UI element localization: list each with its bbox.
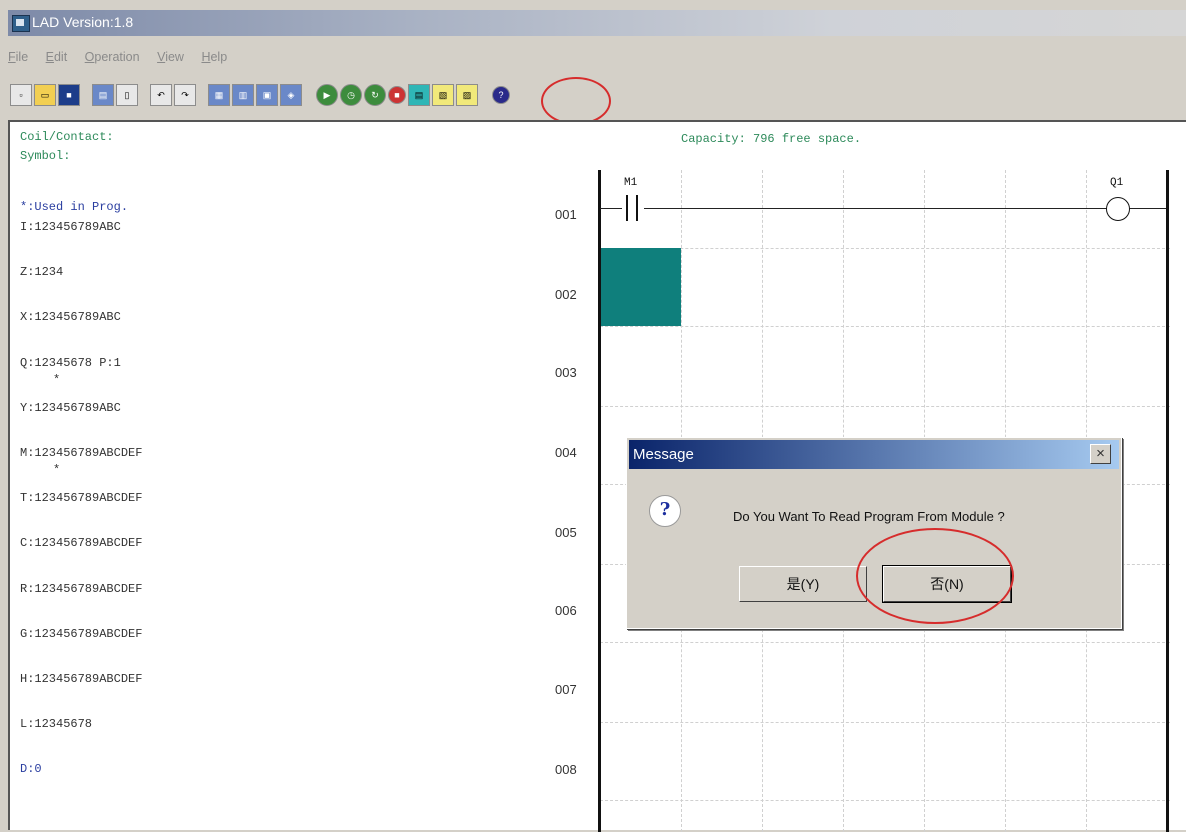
rung-wire [600,208,1166,209]
read-module-icon[interactable]: ▧ [432,84,454,106]
help-icon[interactable]: ? [492,86,510,104]
rung-number: 005 [555,525,577,540]
app-icon [12,15,30,32]
dialog-title-bar: Message × [629,440,1119,469]
symbol-row-c: C:123456789ABCDEF [20,536,143,550]
monitor-icon[interactable]: ◷ [340,84,362,106]
rung-number: 006 [555,603,577,618]
print-preview-icon[interactable]: ▯ [116,84,138,106]
open-icon[interactable]: ▭ [34,84,56,106]
capacity-status: Capacity: 796 free space. [681,132,862,146]
symbol-row-h: H:123456789ABCDEF [20,672,143,686]
symbol-row-x: X:123456789ABC [20,310,121,324]
rung-number: 007 [555,682,577,697]
symbol-row-m: M:123456789ABCDEF [20,446,143,460]
tool-3-icon[interactable]: ▣ [256,84,278,106]
symbol-row-r: R:123456789ABCDEF [20,582,143,596]
title-bar: LAD Version:1.8 [8,10,1186,36]
print-icon[interactable]: ▤ [92,84,114,106]
redo-icon[interactable]: ↷ [174,84,196,106]
window-title: LAD Version:1.8 [32,14,134,30]
used-legend: *:Used in Prog. [20,200,129,214]
symbol-row-i: I:123456789ABC [20,220,121,234]
stop-run-icon[interactable]: ↻ [364,84,386,106]
cursor-cell[interactable] [600,248,681,326]
menu-operation[interactable]: Operation [85,50,140,64]
contact-label: M1 [624,177,638,189]
dialog-title: Message [633,446,694,463]
menu-help[interactable]: Help [201,50,227,64]
tool-4-icon[interactable]: ◈ [280,84,302,106]
symbol-row-l: L:12345678 [20,717,93,731]
coil-label: Q1 [1110,177,1124,189]
coil-symbol[interactable] [1106,197,1130,221]
rung-number: 001 [555,207,577,222]
highlight-ring-toolbar [541,77,611,125]
symbol-row-z: Z:1234 [20,265,64,279]
question-icon: ? [649,495,681,527]
symbol-label: Symbol: [20,149,71,163]
symbol-row-t: T:123456789ABCDEF [20,491,143,505]
highlight-ring-no-button [856,528,1014,624]
used-mark-q: * [53,373,61,387]
symbol-row-q: Q:12345678 P:1 [20,356,121,370]
write-module-icon[interactable]: ▨ [456,84,478,106]
menu-bar: File Edit Operation View Help [8,50,241,72]
contact-symbol[interactable] [622,195,644,221]
symbol-row-d: D:0 [20,762,42,776]
close-icon[interactable]: × [1090,444,1111,464]
coil-contact-label: Coil/Contact: [20,130,114,144]
yes-button[interactable]: 是(Y) [739,566,867,602]
menu-view[interactable]: View [157,50,184,64]
read-program-icon[interactable]: ▤ [408,84,430,106]
symbol-row-y: Y:123456789ABC [20,401,121,415]
right-power-rail [1166,170,1169,832]
symbol-row-g: G:123456789ABCDEF [20,627,143,641]
rung-number: 008 [555,762,577,777]
tool-1-icon[interactable]: ▦ [208,84,230,106]
undo-icon[interactable]: ↶ [150,84,172,106]
used-mark-m: * [53,463,61,477]
rung-number: 003 [555,365,577,380]
stop-icon[interactable]: ■ [388,86,406,104]
dialog-message: Do You Want To Read Program From Module … [733,509,1005,524]
tool-2-icon[interactable]: ▥ [232,84,254,106]
save-icon[interactable]: ■ [58,84,80,106]
rung-number: 004 [555,445,577,460]
menu-edit[interactable]: Edit [46,50,68,64]
menu-file[interactable]: File [8,50,28,64]
rung-number: 002 [555,287,577,302]
new-icon[interactable]: ▫ [10,84,32,106]
left-power-rail [598,170,601,832]
run-icon[interactable]: ▶ [316,84,338,106]
